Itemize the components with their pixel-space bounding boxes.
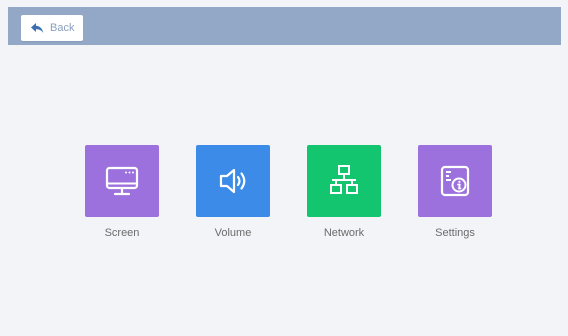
volume-tile-box[interactable] <box>196 145 270 217</box>
tile-network-label: Network <box>323 227 365 239</box>
tile-settings-label: Settings <box>435 227 475 239</box>
back-label: Back <box>50 22 75 34</box>
screen-tile-box[interactable] <box>85 145 159 217</box>
settings-info-icon <box>440 165 470 197</box>
monitor-icon <box>105 166 139 196</box>
tile-volume-label: Volume <box>214 227 252 239</box>
back-arrow-icon <box>29 20 45 36</box>
tile-screen-label: Screen <box>104 227 140 239</box>
back-button[interactable]: Back <box>21 15 83 41</box>
main-content: Screen Volume Network Settings <box>8 45 561 336</box>
tile-volume[interactable]: Volume <box>196 145 270 239</box>
top-bar: Back <box>8 7 561 45</box>
network-icon <box>330 165 358 194</box>
tile-screen[interactable]: Screen <box>85 145 159 239</box>
settings-tile-box[interactable] <box>418 145 492 217</box>
tile-settings[interactable]: Settings <box>418 145 492 239</box>
speaker-icon <box>219 168 246 194</box>
tile-network[interactable]: Network <box>307 145 381 239</box>
network-tile-box[interactable] <box>307 145 381 217</box>
